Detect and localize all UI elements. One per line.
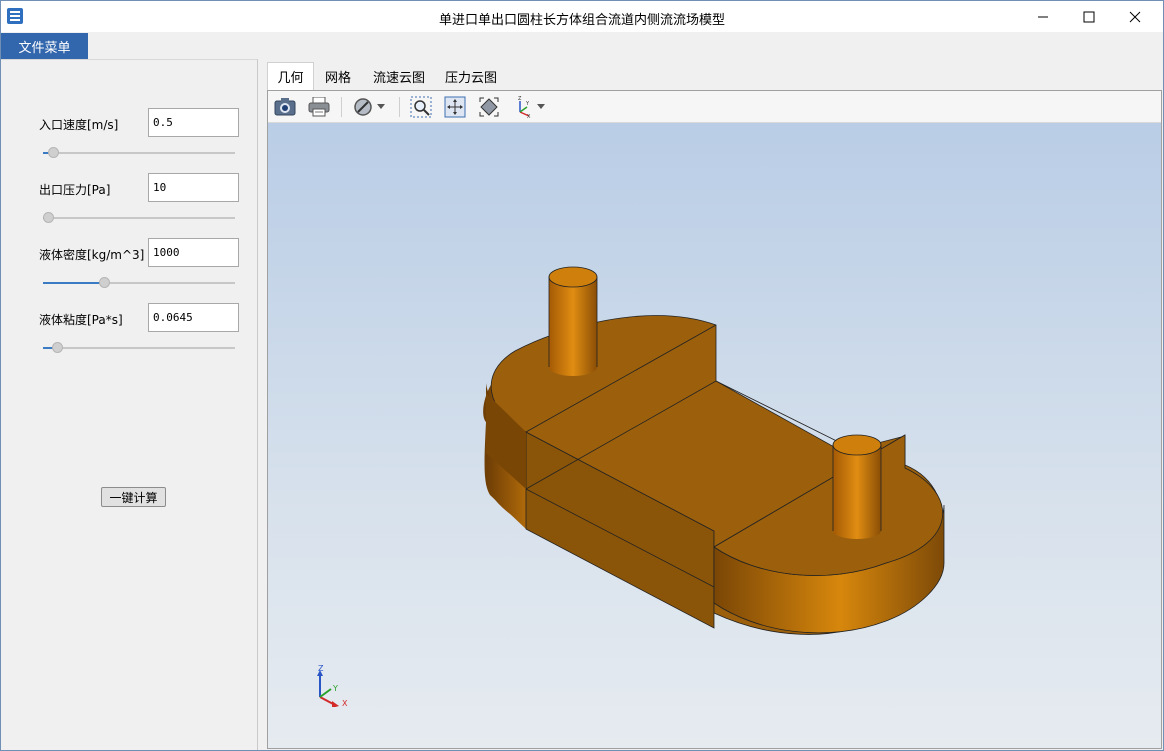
slider-track — [43, 347, 235, 349]
y-axis-label: Y — [332, 684, 338, 693]
display-mode-dropdown[interactable] — [374, 95, 388, 119]
slider-thumb[interactable] — [48, 147, 60, 158]
tab-pressure-contour[interactable]: 压力云图 — [439, 62, 503, 90]
outlet-cylinder — [832, 434, 882, 539]
minimize-icon — [1038, 16, 1048, 17]
zoom-box-icon — [410, 96, 432, 118]
tab-velocity-contour[interactable]: 流速云图 — [367, 62, 431, 90]
inlet-velocity-input[interactable] — [148, 108, 239, 137]
close-button[interactable] — [1112, 1, 1158, 32]
axes-orientation-dropdown[interactable] — [534, 95, 548, 119]
slider-thumb[interactable] — [43, 212, 54, 223]
slider-fill — [43, 282, 105, 284]
zoom-box-button[interactable] — [408, 95, 434, 119]
display-mode-icon — [354, 98, 372, 116]
viewer-toolbar: Z Y X — [268, 91, 1161, 123]
title-bar: 单进口单出口圆柱长方体组合流道内侧流流场模型 — [1, 1, 1163, 32]
dropdown-arrow-icon — [377, 104, 385, 109]
inlet-velocity-label: 入口速度[m/s] — [39, 118, 119, 132]
display-mode-button[interactable] — [350, 95, 376, 119]
print-button[interactable] — [306, 95, 332, 119]
calculate-button[interactable]: 一键计算 — [101, 487, 166, 507]
3d-viewport[interactable]: Z Y X — [268, 123, 1161, 748]
fluid-viscosity-input[interactable] — [148, 303, 239, 332]
axes-orientation-icon: Z Y X — [518, 96, 531, 118]
svg-text:Y: Y — [525, 101, 530, 107]
outlet-pressure-slider[interactable] — [43, 212, 235, 224]
print-icon — [308, 97, 330, 117]
tab-mesh[interactable]: 网格 — [317, 62, 359, 90]
z-axis-label: Z — [318, 665, 324, 673]
tab-geometry[interactable]: 几何 — [267, 62, 314, 90]
file-menu[interactable]: 文件菜单 — [1, 33, 88, 59]
dropdown-arrow-icon — [537, 104, 545, 109]
svg-text:Z: Z — [518, 96, 522, 102]
slider-thumb[interactable] — [52, 342, 64, 353]
slider-track — [43, 217, 235, 219]
svg-text:X: X — [527, 114, 531, 118]
fluid-viscosity-slider[interactable] — [43, 342, 235, 354]
maximize-button[interactable] — [1066, 1, 1112, 32]
fluid-viscosity-label: 液体粘度[Pa*s] — [39, 313, 123, 327]
fit-all-button[interactable] — [442, 95, 468, 119]
maximize-icon — [1083, 11, 1095, 22]
view-tabs: 几何 网格 流速云图 压力云图 — [267, 62, 1163, 90]
x-axis-label: X — [342, 699, 348, 707]
toolbar-separator — [399, 97, 400, 117]
parameter-panel: 入口速度[m/s] 出口压力[Pa] 液体密度[kg/m^3] 液体粘度[Pa*… — [1, 59, 258, 750]
outlet-pressure-input[interactable] — [148, 173, 239, 202]
inlet-velocity-slider[interactable] — [43, 147, 235, 159]
fit-all-icon — [444, 96, 466, 118]
camera-icon — [274, 98, 296, 116]
minimize-button[interactable] — [1020, 1, 1066, 32]
fit-view-icon — [479, 97, 499, 117]
snapshot-button[interactable] — [272, 95, 298, 119]
window-title: 单进口单出口圆柱长方体组合流道内侧流流场模型 — [438, 13, 725, 28]
inlet-cylinder — [548, 266, 598, 376]
app-window: 单进口单出口圆柱长方体组合流道内侧流流场模型 文件菜单 入口速度[m/s] 出口… — [0, 0, 1164, 751]
axes-orientation-button[interactable]: Z Y X — [510, 95, 536, 119]
outlet-pressure-label: 出口压力[Pa] — [39, 183, 111, 197]
close-icon — [1129, 11, 1141, 22]
geometry-viewer: Z Y X Z Y X — [267, 90, 1162, 749]
toolbar-separator — [341, 97, 342, 117]
fluid-density-input[interactable] — [148, 238, 239, 267]
fluid-density-slider[interactable] — [43, 277, 235, 289]
menu-bar: 文件菜单 — [1, 32, 1163, 59]
slider-thumb[interactable] — [99, 277, 111, 288]
flow-channel-model — [483, 266, 945, 635]
slider-track — [43, 152, 235, 154]
axis-triad: Z Y X — [317, 665, 348, 707]
fluid-density-label: 液体密度[kg/m^3] — [39, 248, 145, 262]
fit-view-button[interactable] — [476, 95, 502, 119]
